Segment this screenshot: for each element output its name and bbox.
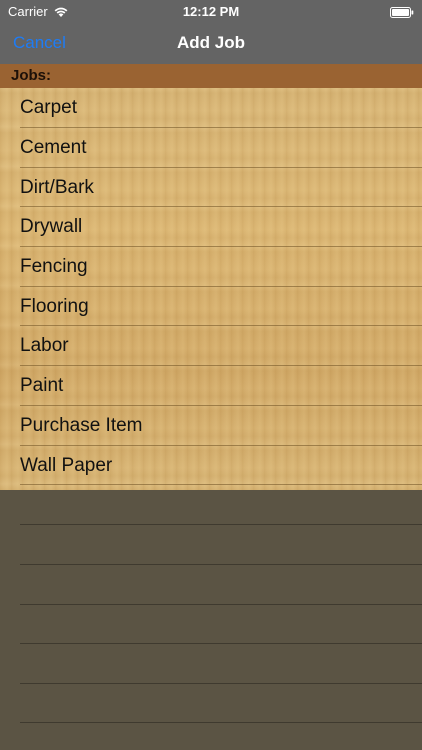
job-item-drywall[interactable]: Drywall [20, 207, 422, 248]
row-separator [20, 604, 422, 605]
row-separator [20, 524, 422, 525]
job-item-cement[interactable]: Cement [20, 128, 422, 168]
row-separator [20, 643, 422, 644]
job-item-paint[interactable]: Paint [20, 366, 422, 406]
job-item-carpet[interactable]: Carpet [20, 88, 422, 128]
job-item-wall-paper[interactable]: Wall Paper [20, 446, 422, 486]
navigation-bar: Cancel Add Job [0, 24, 422, 64]
job-item-dirt-bark[interactable]: Dirt/Bark [20, 168, 422, 208]
row-separator [20, 564, 422, 565]
row-separator [20, 722, 422, 723]
status-time: 12:12 PM [182, 4, 240, 19]
job-list: Carpet Cement Dirt/Bark Drywall Fencing … [0, 88, 422, 490]
job-item-flooring[interactable]: Flooring [20, 287, 422, 327]
jobs-section-header: Jobs: [0, 64, 422, 88]
status-bar: Carrier 12:12 PM [0, 0, 422, 24]
page-title: Add Job [177, 33, 245, 52]
job-item-labor[interactable]: Labor [20, 326, 422, 367]
empty-list-area [0, 490, 422, 750]
job-item-fencing[interactable]: Fencing [20, 247, 422, 287]
job-item-purchase-item[interactable]: Purchase Item [20, 406, 422, 446]
battery-icon [390, 6, 414, 18]
row-separator [20, 683, 422, 684]
